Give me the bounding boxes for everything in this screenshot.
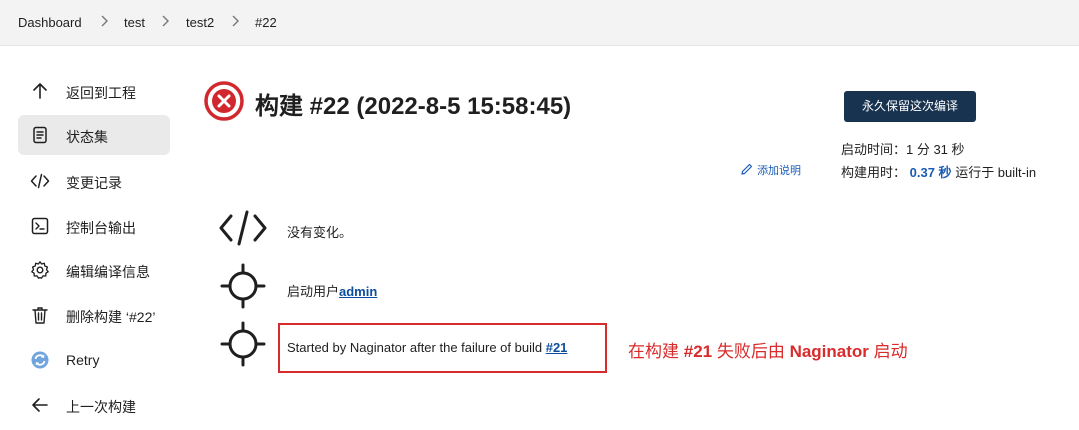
add-description-label: 添加说明 — [757, 165, 802, 177]
sidebar-item-label: 状态集 — [66, 129, 108, 145]
add-description-link[interactable]: 添加说明 — [740, 162, 801, 178]
page-title: 构建 #22 (2022-8-5 15:58:45) — [255, 93, 572, 120]
chevron-right-icon — [100, 14, 110, 31]
annotation-text: 在构建 #21 失败后由 Naginator 启动 — [628, 337, 908, 362]
annotation-part: Naginator — [789, 342, 869, 361]
retry-icon — [30, 350, 50, 370]
breadcrumb: Dashboard test test2 #22 — [0, 0, 1079, 46]
annotation-part: 启动 — [868, 342, 908, 361]
breadcrumb-dashboard[interactable]: Dashboard — [18, 15, 82, 30]
document-icon — [30, 125, 50, 145]
annotation-part: 在构建 — [628, 342, 684, 361]
chevron-right-icon — [231, 14, 241, 31]
sidebar-item-label: Retry — [66, 352, 100, 368]
chevron-right-icon — [161, 14, 171, 31]
failed-icon — [203, 80, 245, 122]
no-changes-text: 没有变化。 — [287, 225, 353, 240]
arrow-left-icon — [30, 395, 50, 415]
build-duration-row: 构建用时： 0.37 秒 运行于 built-in — [841, 162, 1036, 181]
sidebar-item-label: 上一次构建 — [66, 399, 136, 415]
arrow-up-icon — [30, 81, 50, 101]
sidebar-item-delete-build[interactable]: 删除构建 ‘#22’ — [18, 295, 170, 335]
sidebar-item-back-to-project[interactable]: 返回到工程 — [18, 71, 170, 111]
keep-forever-button[interactable]: 永久保留这次编译 — [844, 91, 976, 122]
crosshair-icon — [219, 320, 267, 368]
build-start-time: 启动时间：1 分 31 秒 — [841, 142, 965, 157]
annotation-part: 失败后由 — [712, 342, 790, 361]
code-icon — [30, 171, 50, 191]
crosshair-icon — [219, 262, 267, 310]
sidebar-item-label: 删除构建 ‘#22’ — [66, 309, 156, 325]
sidebar-item-changes[interactable]: 变更记录 — [18, 161, 170, 201]
annotation-part: #21 — [683, 342, 713, 361]
terminal-icon — [30, 216, 50, 236]
sidebar-item-previous-build[interactable]: 上一次构建 — [18, 385, 170, 425]
gear-icon — [30, 260, 50, 280]
sidebar-item-label: 控制台输出 — [66, 220, 136, 236]
sidebar-item-retry[interactable]: Retry — [18, 340, 170, 380]
started-by-user-row: 启动用户admin — [287, 281, 377, 300]
sidebar-item-label: 返回到工程 — [66, 85, 136, 101]
build-duration-label: 构建用时： — [841, 165, 907, 180]
build-node: 运行于 built-in — [955, 165, 1037, 180]
pencil-icon — [741, 163, 753, 175]
sidebar-item-label: 变更记录 — [66, 175, 122, 191]
build-duration-value[interactable]: 0.37 秒 — [910, 165, 952, 180]
started-by-user-prefix: 启动用户 — [287, 284, 340, 299]
breadcrumb-current-build[interactable]: #22 — [255, 15, 277, 30]
code-icon — [219, 204, 267, 252]
annotation-highlight-box — [278, 323, 607, 373]
sidebar-item-edit-build-info[interactable]: 编辑编译信息 — [18, 250, 170, 290]
sidebar-item-status[interactable]: 状态集 — [18, 115, 170, 155]
trash-icon — [30, 305, 50, 325]
sidebar-item-label: 编辑编译信息 — [66, 264, 150, 280]
user-link[interactable]: admin — [339, 284, 377, 299]
breadcrumb-test2[interactable]: test2 — [186, 15, 214, 30]
breadcrumb-test[interactable]: test — [124, 15, 145, 30]
sidebar-item-console-output[interactable]: 控制台输出 — [18, 206, 170, 246]
